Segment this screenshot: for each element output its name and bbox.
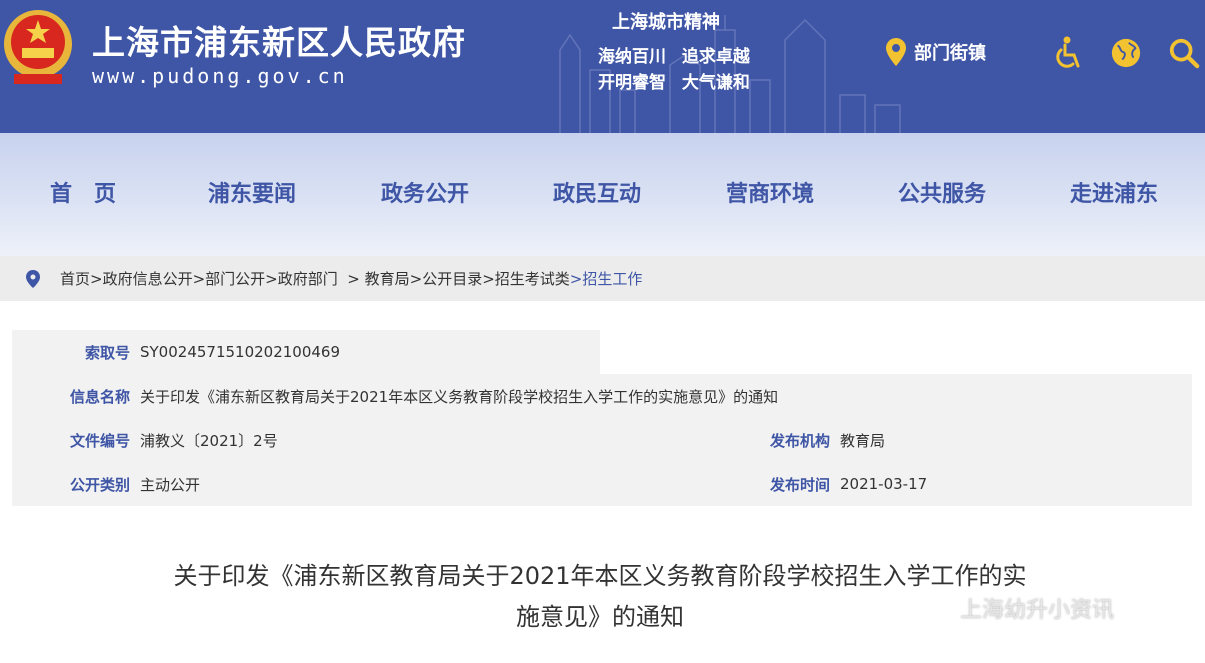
category-label: 公开类别 — [69, 475, 130, 494]
publish-date-value: 2021-03-17 — [840, 475, 928, 493]
info-row-name: 信息名称 关于印发《浦东新区教育局关于2021年本区义务教育阶段学校招生入学工作… — [12, 374, 1192, 418]
dept-street-label: 部门街镇 — [914, 43, 986, 64]
breadcrumb-exam-category[interactable]: >招生考试类 — [482, 268, 570, 289]
site-url[interactable]: www.pudong.gov.cn — [92, 64, 348, 88]
doc-number-label: 文件编号 — [69, 431, 130, 450]
nav-item-home[interactable]: 首 页 — [50, 176, 116, 208]
index-label: 索取号 — [84, 343, 130, 362]
nav-item-business-environment[interactable]: 营商环境 — [726, 176, 814, 208]
main-nav: 首 页 浦东要闻 政务公开 政民互动 营商环境 公共服务 走进浦东 — [0, 133, 1205, 256]
publish-date-label: 发布时间 — [769, 475, 830, 494]
site-title[interactable]: 上海市浦东新区人民政府 — [92, 16, 466, 64]
breadcrumb-gov-info[interactable]: >政府信息公开 — [90, 268, 193, 289]
national-emblem-icon — [4, 10, 72, 84]
city-spirit-phrase: 开明睿智 — [598, 73, 666, 93]
publish-date-field: 发布时间 2021-03-17 — [764, 462, 927, 506]
location-pin-icon — [886, 38, 906, 66]
publisher-field: 发布机构 教育局 — [764, 418, 885, 462]
globe-icon[interactable] — [1110, 36, 1142, 70]
info-row-category: 公开类别 主动公开 发布时间 2021-03-17 — [12, 462, 1192, 506]
search-icon[interactable] — [1168, 36, 1200, 70]
breadcrumb-gov-dept[interactable]: >政府部门 — [265, 268, 338, 289]
nav-item-public-services[interactable]: 公共服务 — [898, 176, 986, 208]
city-spirit-title: 上海城市精神 — [612, 12, 720, 33]
dept-street-link[interactable]: 部门街镇 — [886, 38, 986, 66]
wechat-watermark: 上海幼升小资讯 — [920, 592, 1114, 624]
city-spirit-line-2: 开明睿智 大气谦和 — [598, 68, 760, 93]
city-spirit-phrase: 追求卓越 — [681, 47, 750, 67]
breadcrumb-admissions-current[interactable]: >招生工作 — [570, 268, 643, 289]
city-spirit-phrase: 大气谦和 — [681, 73, 750, 93]
wechat-icon — [920, 595, 951, 619]
nav-item-government-affairs[interactable]: 政务公开 — [381, 176, 469, 208]
publisher-value: 教育局 — [840, 431, 886, 450]
nav-item-about-pudong[interactable]: 走进浦东 — [1070, 176, 1158, 208]
accessibility-icon[interactable] — [1052, 36, 1084, 70]
index-value: SY0024571510202100469 — [140, 343, 341, 361]
nav-item-pudong-news[interactable]: 浦东要闻 — [208, 176, 296, 208]
site-header: 上海市浦东新区人民政府 www.pudong.gov.cn 上海城市精神 海纳百… — [0, 0, 1205, 133]
city-spirit-phrase: 海纳百川 — [598, 47, 666, 67]
category-value: 主动公开 — [140, 475, 201, 494]
breadcrumb-education-bureau[interactable]: > 教育局 — [338, 268, 409, 289]
breadcrumb-public-catalog[interactable]: >公开目录 — [410, 268, 483, 289]
page: 上海市浦东新区人民政府 www.pudong.gov.cn 上海城市精神 海纳百… — [0, 0, 1205, 663]
info-name-label: 信息名称 — [69, 387, 130, 406]
doc-number-value: 浦教义〔2021〕2号 — [140, 431, 278, 450]
publisher-label: 发布机构 — [769, 431, 830, 450]
info-name-value: 关于印发《浦东新区教育局关于2021年本区义务教育阶段学校招生入学工作的实施意见… — [140, 387, 779, 406]
info-row-doc-number: 文件编号 浦教义〔2021〕2号 发布机构 教育局 — [12, 418, 1192, 462]
breadcrumb: 首页 >政府信息公开 >部门公开 >政府部门 > 教育局 >公开目录 >招生考试… — [0, 256, 1205, 301]
breadcrumb-home[interactable]: 首页 — [60, 268, 90, 289]
city-spirit-line-1: 海纳百川 追求卓越 — [598, 42, 760, 67]
location-pin-icon — [26, 269, 40, 288]
breadcrumb-dept-public[interactable]: >部门公开 — [193, 268, 266, 289]
article-title-line-1: 关于印发《浦东新区教育局关于2021年本区义务教育阶段学校招生入学工作的实 — [173, 562, 1027, 590]
info-row-index: 索取号 SY0024571510202100469 — [12, 330, 600, 374]
watermark-text: 上海幼升小资讯 — [960, 598, 1115, 623]
nav-item-public-interaction[interactable]: 政民互动 — [553, 176, 641, 208]
